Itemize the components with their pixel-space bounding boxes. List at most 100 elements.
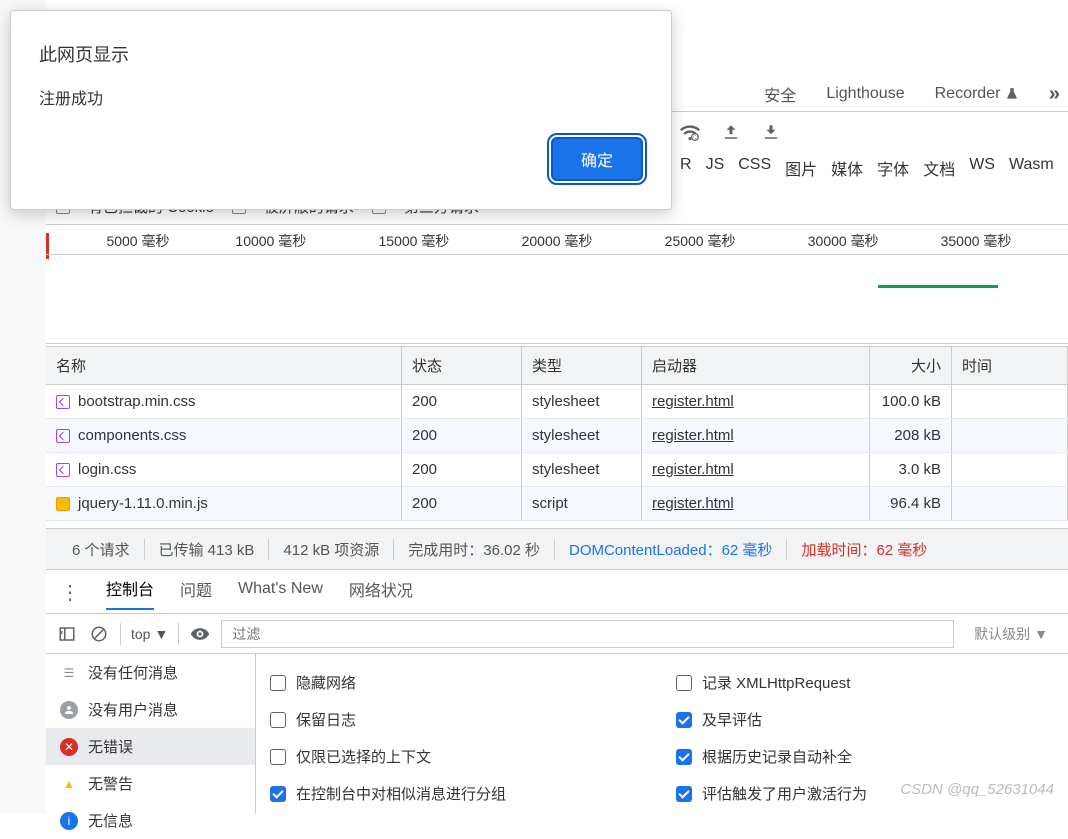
status-load: 加载时间：62 毫秒 <box>787 539 941 560</box>
tab-console[interactable]: 控制台 <box>106 576 154 610</box>
context-selector[interactable]: top ▼ <box>131 626 168 642</box>
col-initiator[interactable]: 启动器 <box>642 347 870 384</box>
cell-type: stylesheet <box>522 385 642 418</box>
network-toolbar <box>680 118 1068 148</box>
checkbox-user-activation[interactable] <box>676 786 692 802</box>
col-type[interactable]: 类型 <box>522 347 642 384</box>
error-icon: ✕ <box>60 738 78 756</box>
js-file-icon <box>56 497 70 511</box>
cell-initiator[interactable]: register.html <box>652 427 734 444</box>
filter-js[interactable]: JS <box>706 156 725 180</box>
more-tabs-icon[interactable]: » <box>1049 83 1060 106</box>
timeline-tick: 25000 毫秒 <box>665 231 736 251</box>
upload-icon[interactable] <box>722 123 740 144</box>
cell-initiator[interactable]: register.html <box>652 461 734 478</box>
cell-type: stylesheet <box>522 419 642 452</box>
table-header: 名称 状态 类型 启动器 大小 时间 <box>46 346 1068 385</box>
css-file-icon <box>56 429 70 443</box>
checkbox-log-xhr[interactable] <box>676 675 692 691</box>
filter-r[interactable]: R <box>680 156 692 180</box>
cell-name: components.css <box>78 427 186 444</box>
filter-doc[interactable]: 文档 <box>923 156 955 180</box>
cell-time <box>952 453 1068 486</box>
table-row[interactable]: bootstrap.min.css200stylesheetregister.h… <box>46 385 1068 419</box>
filter-font[interactable]: 字体 <box>877 156 909 180</box>
cell-size: 208 kB <box>870 419 952 452</box>
console-toolbar: top ▼ 默认级别 ▼ <box>46 614 1068 654</box>
clear-console-icon[interactable] <box>88 623 110 645</box>
sidebar-toggle-icon[interactable] <box>56 623 78 645</box>
checkbox-hide-network[interactable] <box>270 675 286 691</box>
cell-size: 96.4 kB <box>870 487 952 520</box>
console-filter-input[interactable] <box>221 620 954 648</box>
cell-initiator[interactable]: register.html <box>652 393 734 410</box>
wifi-settings-icon[interactable] <box>680 122 700 145</box>
css-file-icon <box>56 463 70 477</box>
status-requests: 6 个请求 <box>58 539 145 560</box>
cell-size: 100.0 kB <box>870 385 952 418</box>
table-row[interactable]: jquery-1.11.0.min.js200scriptregister.ht… <box>46 487 1068 521</box>
filter-css[interactable]: CSS <box>738 156 771 180</box>
col-time[interactable]: 时间 <box>952 347 1068 384</box>
table-row[interactable]: components.css 200stylesheet register.html… <box>46 419 1068 453</box>
console-sidebar: ☰没有任何消息 没有用户消息 ✕无错误 ▲无警告 i无信息 <box>46 654 256 814</box>
filter-img[interactable]: 图片 <box>785 156 817 180</box>
cell-initiator[interactable]: register.html <box>652 495 734 512</box>
status-domcontentloaded: DOMContentLoaded：62 毫秒 <box>555 539 787 560</box>
timeline-tick: 10000 毫秒 <box>235 231 306 251</box>
status-finish: 完成用时：36.02 秒 <box>394 539 555 560</box>
drawer-tabs: ⋮ 控制台 问题 What's New 网络状况 <box>46 572 1068 614</box>
list-icon: ☰ <box>60 664 78 682</box>
live-expression-icon[interactable] <box>189 623 211 645</box>
checkbox-autocomplete[interactable] <box>676 749 692 765</box>
sidebar-item-all[interactable]: ☰没有任何消息 <box>46 654 255 691</box>
sidebar-item-info[interactable]: i无信息 <box>46 802 255 839</box>
ok-button[interactable]: 确定 <box>551 137 643 181</box>
network-filter-tabs: R JS CSS 图片 媒体 字体 文档 WS Wasm <box>680 156 1068 180</box>
tab-recorder[interactable]: Recorder <box>935 85 1019 103</box>
col-status[interactable]: 状态 <box>402 347 522 384</box>
tab-security[interactable]: 安全 <box>764 82 796 106</box>
col-name[interactable]: 名称 <box>46 347 402 384</box>
css-file-icon <box>56 395 70 409</box>
network-status-bar: 6 个请求 已传输 413 kB 412 kB 项资源 完成用时：36.02 秒… <box>46 528 1068 570</box>
network-timeline[interactable]: 5000 毫秒 10000 毫秒 15000 毫秒 20000 毫秒 25000… <box>46 224 1068 344</box>
timeline-tick: 15000 毫秒 <box>378 231 449 251</box>
checkbox-group-similar[interactable] <box>270 786 286 802</box>
filter-media[interactable]: 媒体 <box>831 156 863 180</box>
table-row[interactable]: login.css 200stylesheet register.html 3.0 k… <box>46 453 1068 487</box>
user-icon <box>60 701 78 719</box>
cell-time <box>952 385 1068 418</box>
tab-network-conditions[interactable]: 网络状况 <box>349 577 413 609</box>
cell-name: login.css <box>78 461 136 478</box>
kebab-menu-icon[interactable]: ⋮ <box>60 580 80 605</box>
log-level-selector[interactable]: 默认级别 ▼ <box>964 624 1058 644</box>
cell-status: 200 <box>402 453 522 486</box>
cell-name: jquery-1.11.0.min.js <box>78 495 208 512</box>
checkbox-selected-context[interactable] <box>270 749 286 765</box>
timeline-tick: 5000 毫秒 <box>106 231 169 251</box>
cell-time <box>952 419 1068 452</box>
cell-time <box>952 487 1068 520</box>
sidebar-item-user[interactable]: 没有用户消息 <box>46 691 255 728</box>
checkbox-eager-eval[interactable] <box>676 712 692 728</box>
watermark: CSDN @qq_52631044 <box>900 781 1054 798</box>
col-size[interactable]: 大小 <box>870 347 952 384</box>
timeline-tick: 30000 毫秒 <box>808 231 879 251</box>
sidebar-item-errors[interactable]: ✕无错误 <box>46 728 255 765</box>
download-icon[interactable] <box>762 123 780 144</box>
filter-ws[interactable]: WS <box>969 156 995 180</box>
cell-type: stylesheet <box>522 453 642 486</box>
dialog-title: 此网页显示 <box>39 41 643 67</box>
cell-status: 200 <box>402 385 522 418</box>
cell-status: 200 <box>402 419 522 452</box>
tab-lighthouse[interactable]: Lighthouse <box>826 85 904 103</box>
tab-issues[interactable]: 问题 <box>180 577 212 609</box>
filter-wasm[interactable]: Wasm <box>1009 156 1054 180</box>
cell-size: 3.0 kB <box>870 453 952 486</box>
status-resources: 412 kB 项资源 <box>269 539 394 560</box>
tab-whatsnew[interactable]: What's New <box>238 580 323 606</box>
sidebar-item-warnings[interactable]: ▲无警告 <box>46 765 255 802</box>
panel-tabs: 安全 Lighthouse Recorder » <box>764 82 1060 106</box>
checkbox-preserve-log[interactable] <box>270 712 286 728</box>
